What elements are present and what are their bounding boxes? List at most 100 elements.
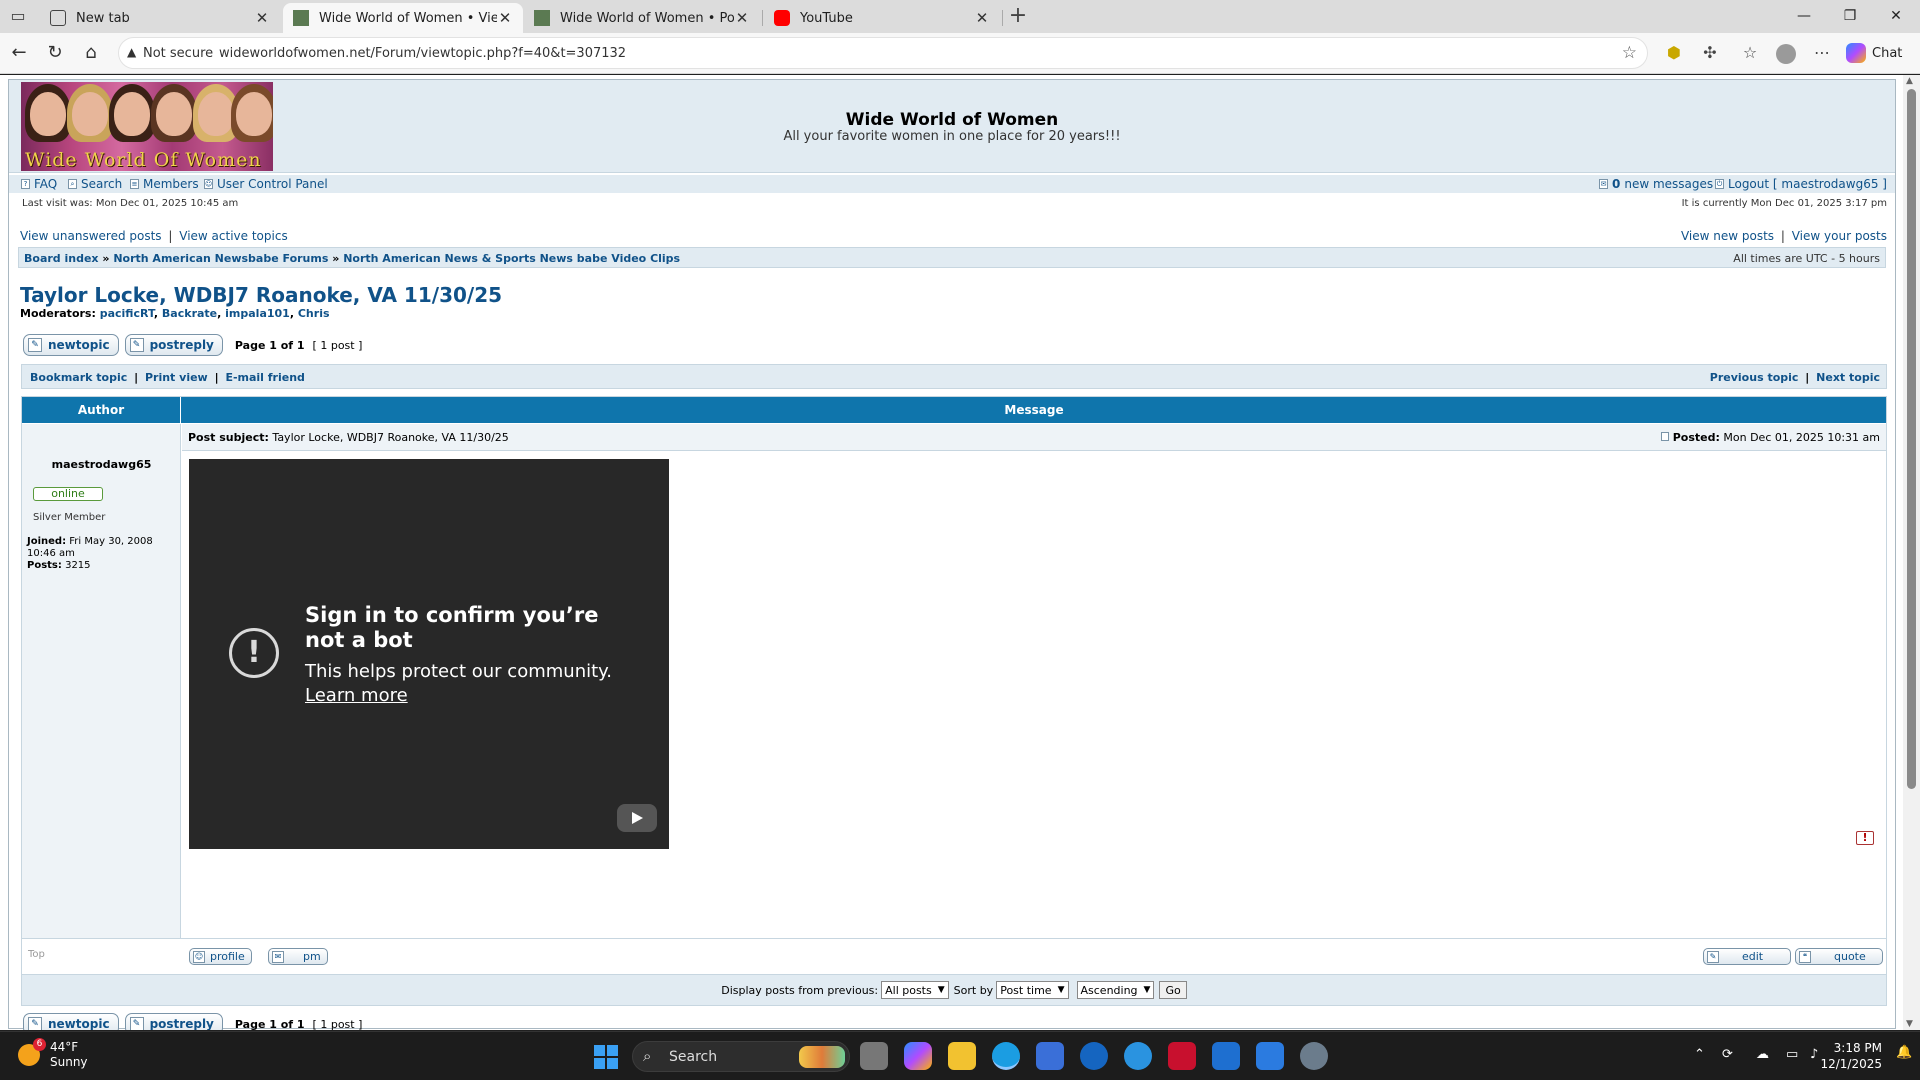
post-author-name[interactable]: maestrodawg65 [22,458,181,471]
search-link[interactable]: ⌕ Search [68,177,122,191]
new-tab-plus-icon[interactable]: + [1006,4,1030,28]
scroll-down-icon[interactable]: ▼ [1906,1019,1913,1029]
sort-order-select[interactable]: Ascending ▼ [1076,981,1155,999]
youtube-play-icon[interactable] [617,804,657,832]
go-button[interactable]: Go [1159,981,1187,999]
close-icon[interactable]: ✕ [497,9,513,27]
members-label[interactable]: Members [143,177,199,191]
ucp-link[interactable]: ☺ User Control Panel [204,177,328,191]
extension-badge-icon[interactable]: ⬢ [1662,41,1686,65]
extensions-puzzle-icon[interactable]: ✣ [1698,41,1722,65]
restore-icon[interactable]: ❐ [1827,0,1873,33]
sort-key-select[interactable]: Post time ▼ [996,981,1069,999]
breadcrumb-board-index[interactable]: Board index [24,252,99,265]
new-messages-link[interactable]: ✉ 0 new messages [1599,177,1713,191]
logout-label[interactable]: Logout [ maestrodawg65 ] [1728,177,1887,191]
new-topic-button[interactable]: ✎ newtopic [23,1013,119,1030]
view-new-posts-link[interactable]: View new posts [1681,229,1774,243]
moderator-link[interactable]: pacificRT [100,307,154,320]
settings-icon[interactable] [1300,1042,1328,1070]
logout-link[interactable]: ⏻ Logout [ maestrodawg65 ] [1715,177,1887,191]
new-messages-label[interactable]: new messages [1624,177,1713,191]
view-active-link[interactable]: View active topics [179,229,287,243]
edit-button[interactable]: ✎ edit [1703,948,1791,965]
pm-button[interactable]: ✉ pm [268,948,328,965]
moderator-link[interactable]: impala101 [225,307,290,320]
tab-view-topic[interactable]: Wide World of Women • View topic - Taylo… [283,3,523,33]
network-icon[interactable]: ▭ [1786,1047,1798,1062]
outlook-icon[interactable] [1212,1042,1240,1070]
quote-button[interactable]: ❝ quote [1795,948,1883,965]
minimize-icon[interactable]: — [1781,0,1827,33]
previous-topic-link[interactable]: Previous topic [1710,371,1799,384]
more-menu-icon[interactable]: ⋯ [1810,41,1834,65]
not-secure-label[interactable]: Not secure [143,46,213,61]
scroll-up-icon[interactable]: ▲ [1906,76,1913,86]
profile-button[interactable]: ☺ profile [189,948,252,965]
moderator-link[interactable]: Chris [298,307,330,320]
address-bar[interactable]: ▲ Not secure wideworldofwomen.net/Forum/… [118,37,1648,69]
print-view-link[interactable]: Print view [145,371,208,384]
volume-icon[interactable]: ♪ [1810,1047,1818,1062]
profile-avatar-icon[interactable] [1774,41,1798,65]
tab-youtube[interactable]: YouTube ✕ [764,3,1000,33]
faq-link[interactable]: ? FAQ [21,177,57,191]
ucp-label[interactable]: User Control Panel [217,177,328,191]
new-topic-button[interactable]: ✎ newtopic [23,334,119,356]
bookmark-topic-link[interactable]: Bookmark topic [30,371,127,384]
report-post-icon[interactable]: ! [1856,831,1874,845]
tab-actions-icon[interactable]: ▭ [6,4,30,28]
moderator-link[interactable]: Backrate [162,307,217,320]
next-topic-link[interactable]: Next topic [1816,371,1880,384]
system-clock[interactable]: 3:18 PM 12/1/2025 [1820,1040,1882,1072]
window-close-icon[interactable]: ✕ [1873,0,1919,33]
teams-icon[interactable] [1256,1042,1284,1070]
scrollbar-thumb[interactable] [1907,89,1916,789]
close-icon[interactable]: ✕ [974,9,990,27]
breadcrumb-forum[interactable]: North American Newsbabe Forums [113,252,328,265]
onedrive-icon[interactable]: ☁ [1756,1047,1769,1062]
taskbar-search[interactable]: ⌕ Search [632,1041,850,1072]
help-icon[interactable] [1124,1042,1152,1070]
notifications-icon[interactable]: 🔔 [1896,1045,1912,1060]
file-explorer-icon[interactable] [948,1042,976,1070]
start-button[interactable] [594,1045,618,1069]
hp-icon[interactable] [1080,1042,1108,1070]
view-unanswered-link[interactable]: View unanswered posts [20,229,162,243]
topic-title[interactable]: Taylor Locke, WDBJ7 Roanoke, VA 11/30/25 [20,283,502,307]
embedded-video-player[interactable]: ! Sign in to confirm you’re not a bot Th… [189,459,669,849]
search-label[interactable]: Search [81,177,122,191]
tab-post-new-topic[interactable]: Wide World of Women • Post a new topic ✕ [524,3,760,33]
weather-widget[interactable]: 6 44°F Sunny [18,1038,88,1070]
url-text[interactable]: wideworldofwomen.net/Forum/viewtopic.php… [219,46,626,61]
close-icon[interactable]: ✕ [734,9,750,27]
back-icon[interactable]: ← [7,41,31,65]
tab-new-tab[interactable]: New tab ✕ [40,3,280,33]
learn-more-link[interactable]: Learn more [305,685,408,706]
favorites-icon[interactable]: ☆ [1738,41,1762,65]
favorite-star-icon[interactable]: ☆ [1622,43,1637,63]
new-messages-count[interactable]: 0 [1612,177,1620,191]
view-your-posts-link[interactable]: View your posts [1792,229,1887,243]
breadcrumb-subforum[interactable]: North American News & Sports News babe V… [343,252,680,265]
faq-label[interactable]: FAQ [34,177,57,191]
copilot-chat-button[interactable]: Chat [1846,39,1902,67]
members-link[interactable]: ≡ Members [130,177,199,191]
post-reply-button[interactable]: ✎ postreply [124,1013,223,1030]
task-view-icon[interactable] [860,1042,888,1070]
home-icon[interactable]: ⌂ [79,41,103,65]
display-period-select[interactable]: All posts ▼ [881,981,949,999]
post-icon[interactable] [1660,432,1669,441]
post-reply-button[interactable]: ✎ postreply [124,334,223,356]
sync-icon[interactable]: ⟳ [1722,1047,1733,1062]
top-link[interactable]: Top [28,949,45,960]
tray-overflow-icon[interactable]: ⌃ [1694,1047,1705,1062]
edge-icon[interactable] [992,1042,1020,1070]
close-icon[interactable]: ✕ [254,9,270,27]
email-friend-link[interactable]: E-mail friend [225,371,304,384]
vertical-scrollbar[interactable]: ▲ ▼ [1903,75,1920,1030]
refresh-icon[interactable]: ↻ [43,41,67,65]
copilot-app-icon[interactable] [904,1042,932,1070]
mcafee-icon[interactable] [1168,1042,1196,1070]
store-icon[interactable] [1036,1042,1064,1070]
